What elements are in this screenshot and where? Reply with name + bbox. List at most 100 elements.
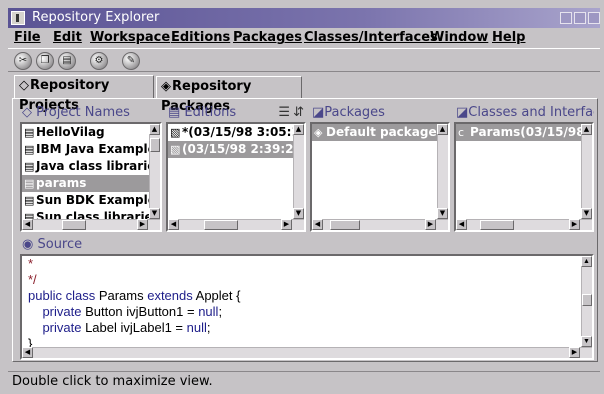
- menu-packages[interactable]: Packages: [233, 30, 302, 45]
- editions-vscroll[interactable]: ▲ ▼: [293, 124, 304, 219]
- project-icon: ▤: [24, 194, 35, 207]
- code-token: Applet {: [195, 288, 241, 303]
- pane-icon: ▤: [168, 105, 185, 120]
- list-item[interactable]: ◈ Default package fo: [312, 124, 448, 141]
- editions-list[interactable]: ▧ *(03/15/98 3:05:10 ▧ (03/15/98 2:39:25 F…: [166, 122, 306, 232]
- menu-editions[interactable]: Editions: [171, 30, 230, 45]
- packages-list[interactable]: ◈ Default package fo ▲ ▼ ◀ ▶: [310, 122, 450, 232]
- scroll-down-arrow[interactable]: ▼: [581, 336, 592, 347]
- scroll-left-arrow[interactable]: ◀: [456, 219, 467, 230]
- pane-icon: ◪: [456, 105, 469, 120]
- packages-pane: ◪Packages ◈ Default package fo ▲ ▼ ◀ ▶: [310, 104, 450, 232]
- scroll-down-arrow[interactable]: ▼: [581, 208, 592, 219]
- scroll-thumb[interactable]: [62, 220, 86, 230]
- classes-hscroll[interactable]: ◀ ▶: [456, 219, 592, 230]
- scroll-thumb[interactable]: [150, 138, 160, 152]
- packages-header: ◪Packages: [310, 104, 450, 122]
- list-item[interactable]: ▤ HelloVilag: [22, 124, 160, 141]
- code-line: */: [28, 272, 37, 288]
- scroll-left-arrow[interactable]: ◀: [168, 219, 179, 230]
- source-icon: ◉: [22, 237, 38, 252]
- paste-icon[interactable]: ▤: [58, 52, 76, 70]
- source-header-label: Source: [37, 237, 83, 252]
- code-token: private: [28, 320, 86, 335]
- scroll-left-arrow[interactable]: ◀: [22, 347, 33, 358]
- scroll-down-arrow[interactable]: ▼: [437, 208, 448, 219]
- pane-icon: ◇: [22, 105, 37, 120]
- scroll-right-arrow[interactable]: ▶: [137, 219, 148, 230]
- code-token: ;: [206, 320, 211, 335]
- menu-file[interactable]: File: [14, 30, 41, 45]
- edition-icon: ▧: [170, 126, 181, 139]
- scroll-thumb[interactable]: [204, 220, 238, 230]
- projects-hscroll[interactable]: ◀ ▶: [22, 219, 160, 230]
- source-header: ◉ Source: [20, 236, 594, 254]
- editions-hscroll[interactable]: ◀ ▶: [168, 219, 304, 230]
- list-item-label: params: [36, 176, 87, 190]
- list-item-label: IBM Java Examples: [36, 142, 162, 156]
- title-bar[interactable]: Repository Explorer: [8, 8, 600, 28]
- scroll-left-arrow[interactable]: ◀: [312, 219, 323, 230]
- list-item[interactable]: c Params(03/15/98 2: [456, 124, 592, 141]
- list-item-label: Sun BDK Examples: [36, 193, 162, 207]
- code-token: public class: [28, 288, 99, 303]
- projects-vscroll[interactable]: ▲ ▼: [149, 124, 160, 219]
- list-item-label: (03/15/98 3:05:10: [188, 125, 306, 139]
- list-item-label: Default package fo: [326, 125, 450, 139]
- list-item[interactable]: ▤ Java class libraries: [22, 158, 160, 175]
- scroll-right-arrow[interactable]: ▶: [425, 219, 436, 230]
- scroll-right-arrow[interactable]: ▶: [569, 219, 580, 230]
- scroll-left-arrow[interactable]: ◀: [22, 219, 33, 230]
- sort-icon[interactable]: ⇵: [293, 104, 304, 122]
- code-token: */: [28, 272, 37, 287]
- code-token: *: [28, 256, 34, 271]
- editions-header-label: Editions: [184, 105, 237, 120]
- scroll-up-arrow[interactable]: ▲: [581, 256, 592, 267]
- list-item-label: HelloVilag: [36, 125, 105, 139]
- scroll-up-arrow[interactable]: ▲: [293, 124, 304, 135]
- pencil-icon[interactable]: ✎: [122, 52, 140, 70]
- source-vscroll[interactable]: ▲ ▼: [581, 256, 592, 347]
- scroll-right-arrow[interactable]: ▶: [281, 219, 292, 230]
- scroll-thumb[interactable]: [330, 220, 360, 230]
- scroll-down-arrow[interactable]: ▼: [293, 208, 304, 219]
- scroll-thumb[interactable]: [480, 220, 514, 230]
- scroll-thumb[interactable]: [582, 294, 592, 306]
- scroll-up-arrow[interactable]: ▲: [437, 124, 448, 135]
- code-token: null: [186, 320, 207, 335]
- code-token: extends: [147, 288, 196, 303]
- projects-list[interactable]: ▤ HelloVilag ▤ IBM Java Examples ▤ Java cla…: [20, 122, 162, 232]
- maximize-button[interactable]: [574, 12, 586, 24]
- classes-header: ◪Classes and Interfac: [454, 104, 594, 122]
- packages-vscroll[interactable]: ▲ ▼: [437, 124, 448, 219]
- scissors-icon[interactable]: ✂: [14, 52, 32, 70]
- classes-vscroll[interactable]: ▲ ▼: [581, 124, 592, 219]
- source-hscroll[interactable]: ◀ ▶: [22, 347, 592, 358]
- tab-repository-packages[interactable]: ◈Repository Packages: [156, 76, 302, 114]
- list-item[interactable]: ▧ *(03/15/98 3:05:10: [168, 124, 304, 141]
- menu-help[interactable]: Help: [492, 30, 525, 45]
- list-item[interactable]: ▤ IBM Java Examples: [22, 141, 160, 158]
- project-icon: ▤: [24, 177, 35, 190]
- scroll-up-arrow[interactable]: ▲: [149, 124, 160, 135]
- scroll-down-arrow[interactable]: ▼: [149, 208, 160, 219]
- packages-hscroll[interactable]: ◀ ▶: [312, 219, 448, 230]
- gear-icon[interactable]: ⚙: [90, 52, 108, 70]
- menu-window[interactable]: Window: [430, 30, 488, 45]
- close-button[interactable]: [588, 12, 600, 24]
- list-item[interactable]: ▤ Sun BDK Examples: [22, 192, 160, 209]
- list-item[interactable]: ▤ params: [22, 175, 160, 192]
- list-view-icon[interactable]: ☰: [278, 104, 290, 122]
- tab-repository-projects[interactable]: ◇Repository Projects: [14, 75, 154, 113]
- scroll-right-arrow[interactable]: ▶: [569, 347, 580, 358]
- copy-icon[interactable]: ❐: [36, 52, 54, 70]
- menu-classes-interfaces[interactable]: Classes/Interfaces: [304, 30, 438, 45]
- system-menu-icon[interactable]: [11, 11, 25, 25]
- classes-list[interactable]: c Params(03/15/98 2 ▲ ▼ ◀ ▶: [454, 122, 594, 232]
- list-item[interactable]: ▧ (03/15/98 2:39:25 F: [168, 141, 304, 158]
- minimize-button[interactable]: [560, 12, 572, 24]
- source-editor[interactable]: * */ public class Params extends Applet …: [20, 254, 594, 360]
- menu-workspace[interactable]: Workspace: [90, 30, 170, 45]
- menu-edit[interactable]: Edit: [53, 30, 82, 45]
- scroll-up-arrow[interactable]: ▲: [581, 124, 592, 135]
